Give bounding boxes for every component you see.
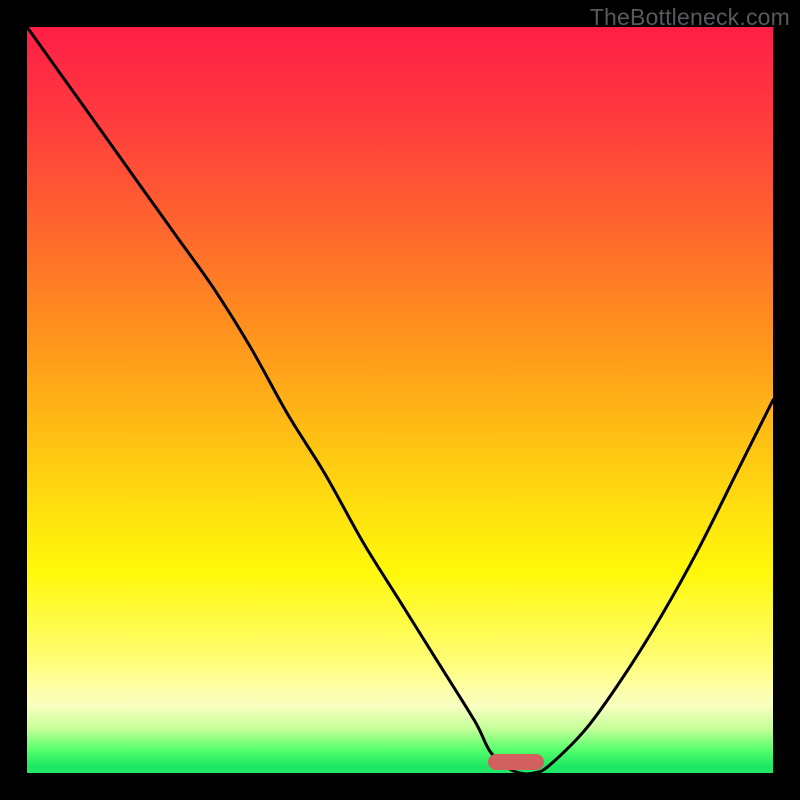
watermark-text: TheBottleneck.com <box>590 4 790 31</box>
bottleneck-chart <box>27 27 773 773</box>
optimum-marker <box>488 754 544 770</box>
bottleneck-curve-line <box>27 27 773 774</box>
